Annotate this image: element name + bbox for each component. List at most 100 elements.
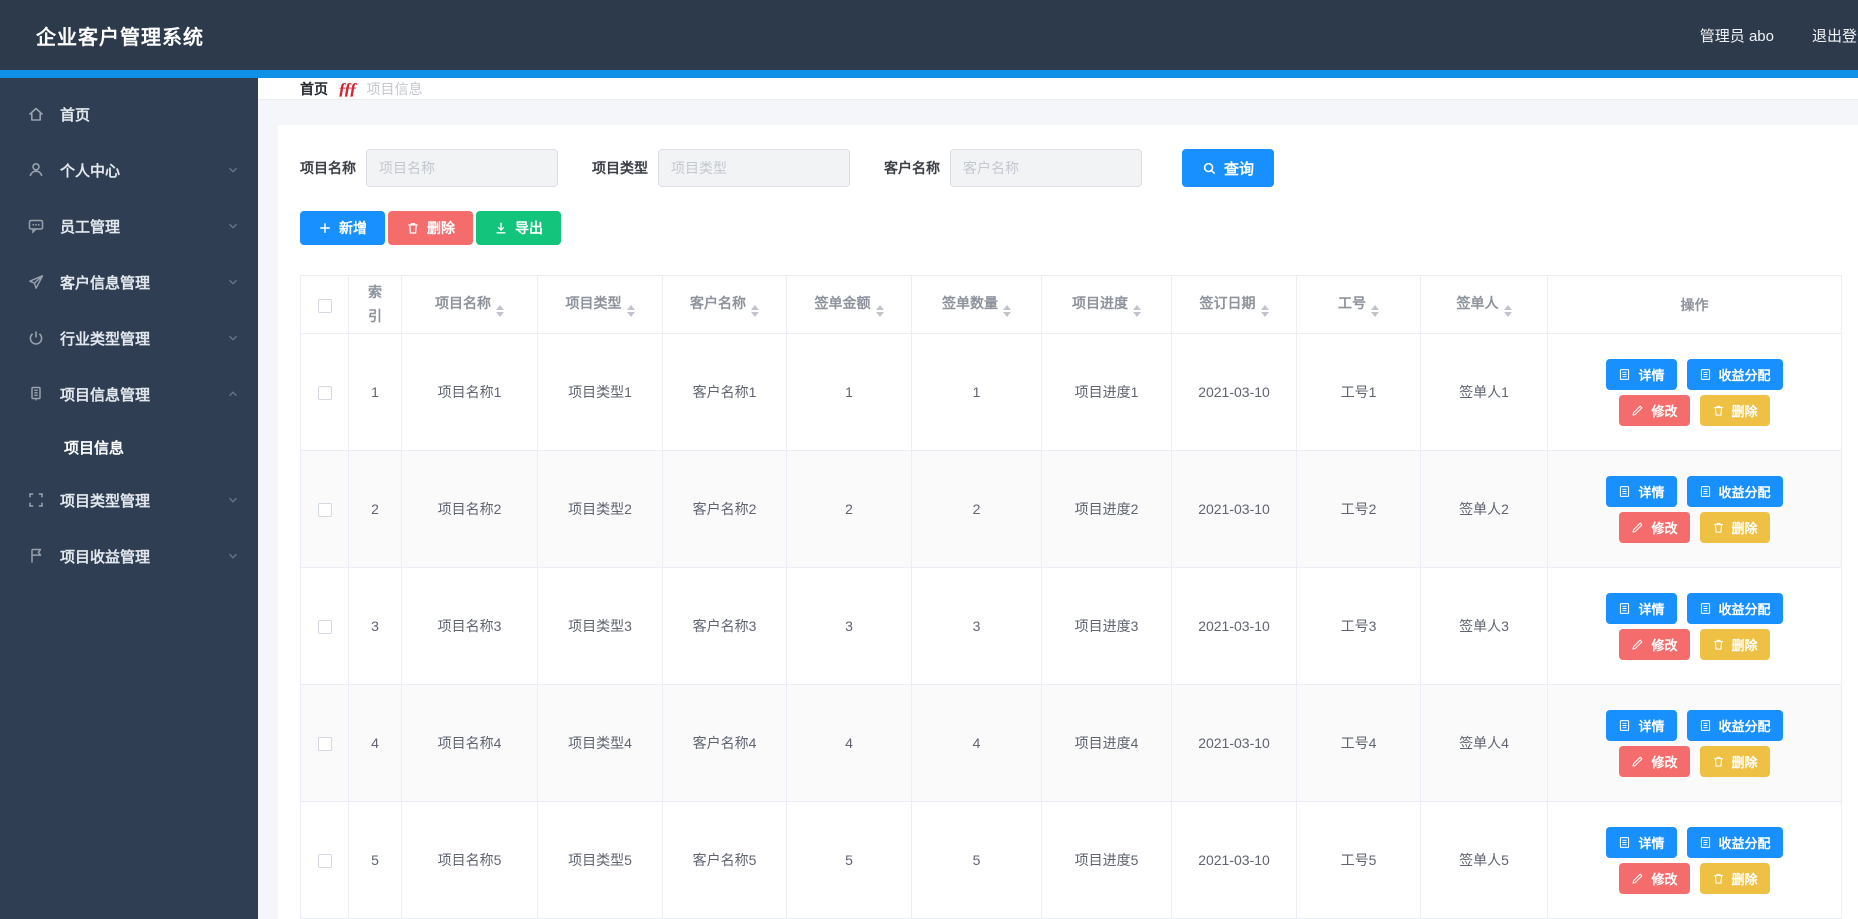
breadcrumb: 首页 ƒƒƒ 项目信息	[258, 78, 1858, 100]
filter-form: 项目名称 项目类型 客户名称 查询	[300, 149, 1842, 187]
sort-icon[interactable]	[627, 305, 635, 317]
sort-icon[interactable]	[1133, 305, 1141, 317]
customer-name-label: 客户名称	[884, 158, 940, 178]
scan-icon	[26, 490, 46, 510]
detail-button[interactable]: 详情	[1606, 593, 1676, 624]
col-header-project-type[interactable]: 项目类型	[538, 276, 663, 334]
detail-button[interactable]: 详情	[1606, 476, 1676, 507]
select-all-checkbox[interactable]	[318, 299, 332, 313]
profit-allocate-button[interactable]: 收益分配	[1687, 710, 1783, 741]
sidebar-item-industry-type-management[interactable]: 行业类型管理	[0, 310, 258, 366]
breadcrumb-current: 项目信息	[367, 79, 423, 99]
cell-sign-date: 2021-03-10	[1172, 685, 1297, 802]
export-button[interactable]: 导出	[476, 211, 561, 245]
col-header-sign-quantity[interactable]: 签单数量	[912, 276, 1042, 334]
add-button[interactable]: 新增	[300, 211, 385, 245]
sidebar-subitem-project-info[interactable]: 项目信息	[0, 422, 258, 472]
profit-allocate-button[interactable]: 收益分配	[1687, 359, 1783, 390]
col-header-index: 索引	[349, 276, 402, 334]
project-table: 索引 项目名称 项目类型 客户名称 签单金额 签单数量 项目进度 签订日期 工号…	[300, 275, 1842, 919]
chat-icon	[26, 216, 46, 236]
sidebar-item-project-type-management[interactable]: 项目类型管理	[0, 472, 258, 528]
document-icon	[1618, 719, 1631, 732]
sidebar-item-label: 行业类型管理	[60, 328, 226, 349]
sidebar-item-label: 首页	[60, 104, 240, 125]
delete-row-button[interactable]: 删除	[1700, 863, 1770, 894]
sort-icon[interactable]	[1504, 305, 1512, 317]
cell-project-progress: 项目进度4	[1042, 685, 1172, 802]
project-type-input[interactable]	[658, 149, 850, 187]
profit-allocate-button[interactable]: 收益分配	[1687, 476, 1783, 507]
sidebar-item-label: 客户信息管理	[60, 272, 226, 293]
sort-icon[interactable]	[876, 305, 884, 317]
sort-icon[interactable]	[1003, 305, 1011, 317]
col-header-sign-date[interactable]: 签订日期	[1172, 276, 1297, 334]
row-checkbox[interactable]	[318, 503, 332, 517]
row-checkbox[interactable]	[318, 620, 332, 634]
project-name-input[interactable]	[366, 149, 558, 187]
col-header-sign-amount[interactable]: 签单金额	[787, 276, 912, 334]
sort-icon[interactable]	[1371, 305, 1379, 317]
chevron-down-icon	[226, 163, 240, 177]
profit-allocate-button[interactable]: 收益分配	[1687, 593, 1783, 624]
delete-row-button[interactable]: 删除	[1700, 629, 1770, 660]
col-header-customer-name[interactable]: 客户名称	[663, 276, 787, 334]
col-header-project-name[interactable]: 项目名称	[402, 276, 538, 334]
chevron-down-icon	[226, 331, 240, 345]
detail-button[interactable]: 详情	[1606, 710, 1676, 741]
profit-allocate-button[interactable]: 收益分配	[1687, 827, 1783, 858]
col-header-actions: 操作	[1548, 276, 1842, 334]
search-button-label: 查询	[1224, 158, 1254, 179]
col-header-project-progress[interactable]: 项目进度	[1042, 276, 1172, 334]
edit-button[interactable]: 修改	[1619, 746, 1689, 777]
sidebar-item-customer-info-management[interactable]: 客户信息管理	[0, 254, 258, 310]
sidebar-item-project-info-management[interactable]: 项目信息管理	[0, 366, 258, 422]
delete-row-button[interactable]: 删除	[1700, 746, 1770, 777]
table-row: 2 项目名称2 项目类型2 客户名称2 2 2 项目进度2 2021-03-10…	[301, 451, 1842, 568]
document-icon	[1699, 719, 1712, 732]
cell-project-name: 项目名称2	[402, 451, 538, 568]
cell-job-number: 工号4	[1297, 685, 1421, 802]
edit-button[interactable]: 修改	[1619, 863, 1689, 894]
breadcrumb-separator-icon: ƒƒƒ	[338, 79, 355, 99]
col-header-job-number[interactable]: 工号	[1297, 276, 1421, 334]
project-name-label: 项目名称	[300, 158, 356, 178]
pencil-icon	[1631, 872, 1644, 885]
sort-icon[interactable]	[1261, 305, 1269, 317]
cell-project-type: 项目类型5	[538, 802, 663, 919]
detail-button[interactable]: 详情	[1606, 359, 1676, 390]
edit-button[interactable]: 修改	[1619, 629, 1689, 660]
customer-name-input[interactable]	[950, 149, 1142, 187]
breadcrumb-home[interactable]: 首页	[300, 79, 328, 99]
delete-row-button[interactable]: 删除	[1700, 512, 1770, 543]
edit-button[interactable]: 修改	[1619, 395, 1689, 426]
cell-sign-quantity: 1	[912, 334, 1042, 451]
sidebar-item-project-profit-management[interactable]: 项目收益管理	[0, 528, 258, 584]
detail-button[interactable]: 详情	[1606, 827, 1676, 858]
search-icon	[1202, 161, 1217, 176]
cell-project-progress: 项目进度3	[1042, 568, 1172, 685]
trash-icon	[1712, 638, 1725, 651]
delete-button[interactable]: 删除	[388, 211, 473, 245]
sidebar-item-label: 员工管理	[60, 216, 226, 237]
sidebar-item-employee-management[interactable]: 员工管理	[0, 198, 258, 254]
row-checkbox[interactable]	[318, 854, 332, 868]
cell-sign-amount: 5	[787, 802, 912, 919]
current-user[interactable]: 管理员 abo	[1700, 25, 1774, 46]
row-checkbox[interactable]	[318, 737, 332, 751]
cell-signer: 签单人4	[1421, 685, 1548, 802]
logout-link[interactable]: 退出登录	[1812, 25, 1858, 46]
col-header-signer[interactable]: 签单人	[1421, 276, 1548, 334]
chevron-down-icon	[226, 219, 240, 233]
sidebar-item-home[interactable]: 首页	[0, 86, 258, 142]
cell-sign-date: 2021-03-10	[1172, 334, 1297, 451]
row-checkbox[interactable]	[318, 386, 332, 400]
cell-job-number: 工号3	[1297, 568, 1421, 685]
sort-icon[interactable]	[496, 305, 504, 317]
search-button[interactable]: 查询	[1182, 149, 1274, 187]
sidebar-item-personal-center[interactable]: 个人中心	[0, 142, 258, 198]
sort-icon[interactable]	[751, 305, 759, 317]
edit-button[interactable]: 修改	[1619, 512, 1689, 543]
delete-row-button[interactable]: 删除	[1700, 395, 1770, 426]
col-header-select	[301, 276, 349, 334]
